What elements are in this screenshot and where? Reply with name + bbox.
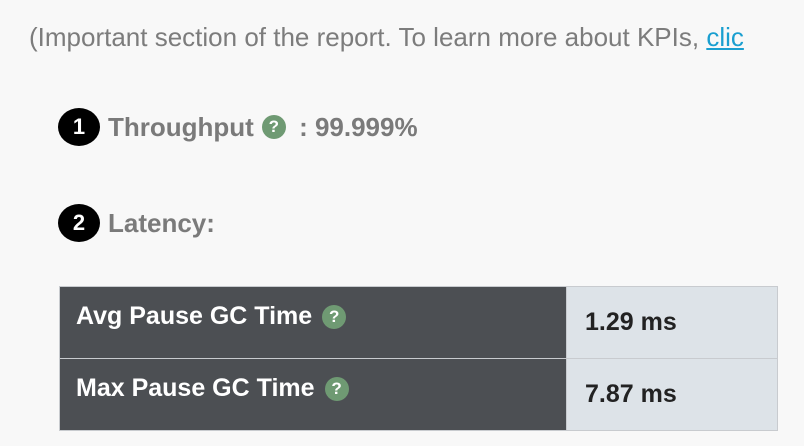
section-intro: (Important section of the report. To lea… <box>29 22 744 53</box>
table-row: Max Pause GC Time ? 7.87 ms <box>59 358 778 431</box>
max-pause-gc-time-value: 7.87 ms <box>566 358 778 431</box>
kpi-number-badge: 2 <box>58 204 100 242</box>
latency-table: Avg Pause GC Time ? 1.29 ms Max Pause GC… <box>59 286 778 431</box>
avg-pause-gc-time-label-cell: Avg Pause GC Time ? <box>59 286 567 359</box>
kpi-section: (Important section of the report. To lea… <box>0 0 804 446</box>
question-circle-icon[interactable]: ? <box>322 304 347 329</box>
latency-label: Latency: <box>108 207 215 238</box>
table-row: Avg Pause GC Time ? 1.29 ms <box>59 286 778 359</box>
metric-label: Avg Pause GC Time <box>76 302 313 330</box>
question-circle-icon[interactable]: ? <box>324 376 349 401</box>
throughput-label: Throughput <box>108 111 254 142</box>
max-pause-gc-time-label-cell: Max Pause GC Time ? <box>59 358 567 431</box>
kpi-latency: 2 Latency: <box>58 204 215 242</box>
learn-more-link[interactable]: clic <box>706 22 744 52</box>
metric-label: Max Pause GC Time <box>76 374 315 402</box>
intro-text: (Important section of the report. To lea… <box>29 22 707 52</box>
throughput-separator: : <box>291 111 315 142</box>
question-circle-icon[interactable]: ? <box>261 115 286 139</box>
kpi-throughput: 1 Throughput ? : 99.999% <box>58 108 418 146</box>
avg-pause-gc-time-value: 1.29 ms <box>566 286 778 359</box>
kpi-number-badge: 1 <box>58 108 100 146</box>
throughput-value: 99.999% <box>314 111 418 142</box>
